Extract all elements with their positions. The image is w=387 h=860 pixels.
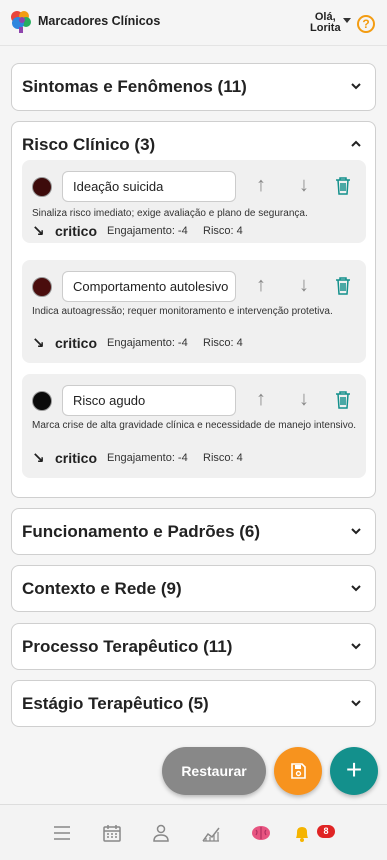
notification-badge: 8 — [317, 825, 335, 838]
section-estagio[interactable]: Estágio Terapêutico (5) — [11, 680, 376, 727]
marker-card: Risco agudo ↑ ↓ Marca crise de alta grav… — [22, 374, 366, 478]
chevron-down-icon[interactable] — [351, 698, 361, 708]
trash-icon[interactable] — [334, 176, 352, 196]
marker-card: Ideação suicida ↑ ↓ Sinaliza risco imedi… — [22, 160, 366, 243]
add-button[interactable]: + — [330, 747, 378, 795]
arrow-up-icon[interactable]: ↑ — [252, 273, 270, 297]
bottom-nav: 8 — [0, 804, 387, 860]
section-title: Estágio Terapêutico (5) — [22, 694, 209, 713]
section-title: Contexto e Rede (9) — [22, 579, 182, 598]
trash-icon[interactable] — [334, 390, 352, 410]
marker-description: Marca crise de alta gravidade clínica e … — [32, 420, 357, 431]
arrow-down-icon[interactable]: ↓ — [295, 387, 313, 411]
marker-name-input[interactable]: Risco agudo — [62, 385, 236, 416]
section-risco-clinico: Risco Clínico (3) Ideação suicida ↑ ↓ Si… — [11, 121, 376, 498]
app-title: Marcadores Clínicos — [38, 14, 161, 28]
chart-icon[interactable] — [201, 823, 221, 843]
restore-button[interactable]: Restaurar — [162, 747, 266, 795]
chevron-down-icon[interactable] — [351, 583, 361, 593]
arrow-up-icon[interactable]: ↑ — [252, 173, 270, 197]
section-sintomas[interactable]: Sintomas e Fenômenos (11) — [11, 63, 376, 111]
severity-level: critico — [55, 450, 98, 466]
color-swatch[interactable] — [32, 277, 52, 297]
marker-description: Indica autoagressão; requer monitorament… — [32, 306, 333, 317]
chevron-down-icon[interactable] — [343, 18, 351, 23]
user-icon[interactable] — [151, 823, 171, 843]
engagement-value: Engajamento: -4 — [107, 452, 188, 464]
user-menu[interactable]: Olá, Lorita — [310, 12, 341, 34]
main-content: Sintomas e Fenômenos (11) Risco Clínico … — [0, 46, 387, 804]
section-funcionamento[interactable]: Funcionamento e Padrões (6) — [11, 508, 376, 555]
arrow-down-icon[interactable]: ↓ — [295, 273, 313, 297]
help-icon[interactable]: ? — [357, 15, 375, 33]
color-swatch[interactable] — [32, 177, 52, 197]
risk-value: Risco: 4 — [203, 452, 243, 464]
marker-name-input[interactable]: Ideação suicida — [62, 171, 236, 202]
section-title: Sintomas e Fenômenos (11) — [22, 77, 247, 96]
brain-icon[interactable] — [251, 823, 271, 843]
section-contexto[interactable]: Contexto e Rede (9) — [11, 565, 376, 612]
marker-description: Sinaliza risco imediato; exige avaliação… — [32, 208, 308, 219]
marker-card: Comportamento autolesivo ↑ ↓ Indica auto… — [22, 260, 366, 363]
trash-icon[interactable] — [334, 276, 352, 296]
calendar-icon[interactable] — [102, 823, 122, 843]
chevron-down-icon[interactable] — [351, 81, 361, 91]
section-processo[interactable]: Processo Terapêutico (11) — [11, 623, 376, 670]
chevron-down-icon[interactable] — [351, 526, 361, 536]
severity-level: critico — [55, 335, 98, 351]
chevron-down-icon[interactable] — [351, 641, 361, 651]
engagement-value: Engajamento: -4 — [107, 225, 188, 237]
menu-icon[interactable] — [52, 823, 72, 843]
arrow-down-icon[interactable]: ↓ — [295, 173, 313, 197]
app-header: Marcadores Clínicos Olá, Lorita ? — [0, 0, 387, 46]
arrow-up-icon[interactable]: ↑ — [252, 387, 270, 411]
trend-down-icon: ↘ — [32, 335, 45, 352]
trend-down-icon: ↘ — [32, 450, 45, 467]
save-button[interactable] — [274, 747, 322, 795]
bell-icon[interactable] — [292, 823, 312, 843]
save-icon — [291, 763, 306, 779]
chevron-up-icon[interactable] — [351, 139, 361, 149]
section-title: Funcionamento e Padrões (6) — [22, 522, 261, 541]
brain-logo-icon — [11, 11, 31, 33]
marker-name-input[interactable]: Comportamento autolesivo — [62, 271, 236, 302]
section-title: Risco Clínico (3) — [22, 135, 156, 154]
risk-value: Risco: 4 — [203, 225, 243, 237]
severity-level: critico — [55, 223, 98, 239]
risk-value: Risco: 4 — [203, 337, 243, 349]
user-name: Lorita — [310, 22, 341, 34]
color-swatch[interactable] — [32, 391, 52, 411]
trend-down-icon: ↘ — [32, 223, 45, 240]
section-title: Processo Terapêutico (11) — [22, 637, 233, 656]
engagement-value: Engajamento: -4 — [107, 337, 188, 349]
